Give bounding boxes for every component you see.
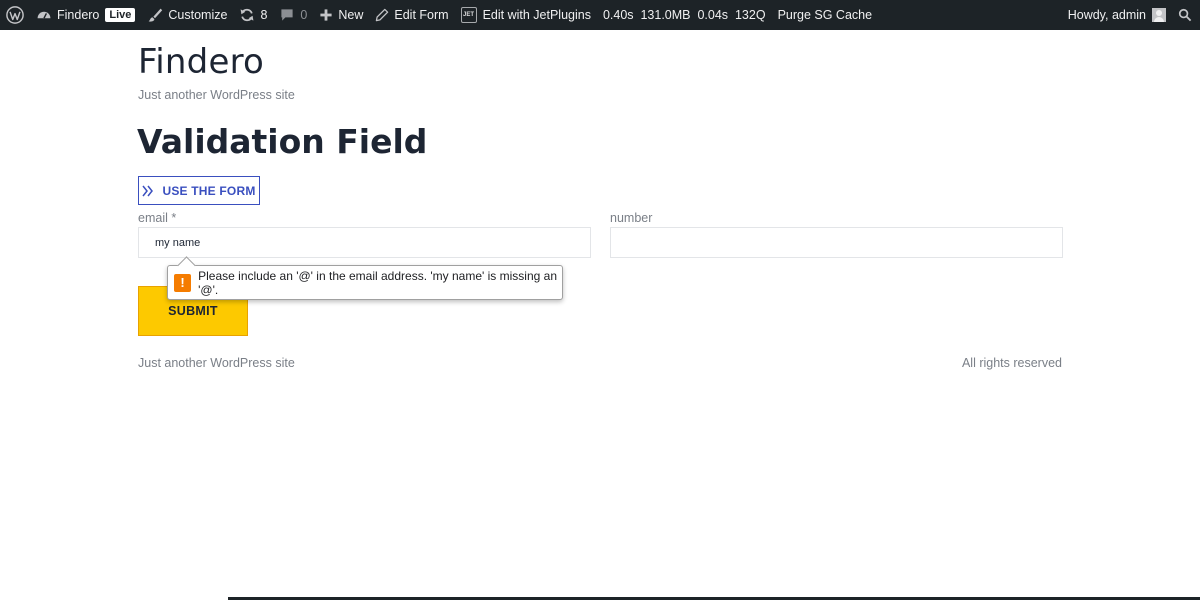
site-title[interactable]: Findero	[138, 42, 264, 82]
wordpress-menu[interactable]	[0, 0, 30, 30]
comments-count: 0	[300, 8, 308, 22]
email-label: email *	[138, 211, 177, 225]
footer-copyright: All rights reserved	[961, 356, 1062, 370]
refresh-icon	[241, 8, 254, 22]
page-title: Validation Field	[137, 122, 428, 161]
admin-search[interactable]	[1172, 0, 1200, 30]
jet-icon: JET	[460, 7, 477, 23]
use-the-form-label: USE THE FORM	[162, 183, 256, 198]
edit-jetplugins-link[interactable]: JET Edit with JetPlugins	[455, 0, 597, 30]
use-the-form-button[interactable]: USE THE FORM	[138, 176, 260, 205]
query-monitor-stats[interactable]: 0.40s 131.0MB 0.04s 132Q	[597, 0, 772, 30]
admin-bar: Findero Live Customize 8 0 New Edit Form…	[0, 0, 1200, 30]
warning-icon: !	[174, 273, 192, 292]
howdy-label: Howdy, admin	[1067, 8, 1146, 22]
validation-tooltip: ! Please include an '@' in the email add…	[167, 265, 563, 300]
plus-icon	[320, 9, 332, 21]
edit-form-link[interactable]: Edit Form	[369, 0, 454, 30]
search-icon	[1178, 8, 1192, 22]
site-name: Findero	[57, 8, 100, 22]
new-label: New	[338, 8, 364, 22]
site-name-menu[interactable]: Findero Live	[30, 0, 141, 30]
edit-jetplugins-label: Edit with JetPlugins	[482, 8, 591, 22]
brush-icon	[149, 8, 163, 22]
purge-cache-link[interactable]: Purge SG Cache	[772, 0, 879, 30]
customize-link[interactable]: Customize	[141, 0, 233, 30]
updates-count: 8	[260, 8, 268, 22]
double-chevron-right-icon	[142, 185, 154, 196]
customize-label: Customize	[168, 8, 228, 22]
number-label: number	[610, 211, 653, 225]
wordpress-icon	[6, 6, 24, 24]
pencil-icon	[376, 8, 389, 22]
comments-link[interactable]: 0	[273, 0, 313, 30]
new-content-link[interactable]: New	[313, 0, 369, 30]
number-field[interactable]	[610, 227, 1063, 258]
live-badge: Live	[105, 8, 136, 22]
edit-form-label: Edit Form	[394, 8, 449, 22]
email-field[interactable]	[138, 227, 591, 258]
dashboard-icon	[37, 11, 51, 19]
comment-icon	[281, 9, 294, 21]
account-menu[interactable]: Howdy, admin	[1062, 0, 1172, 30]
footer-tagline: Just another WordPress site	[138, 356, 295, 370]
site-tagline: Just another WordPress site	[138, 88, 295, 102]
performance-stats: 0.40s 131.0MB 0.04s 132Q	[602, 8, 766, 22]
validation-message: Please include an '@' in the email addre…	[198, 268, 557, 297]
avatar	[1152, 8, 1166, 22]
updates-link[interactable]: 8	[233, 0, 273, 30]
purge-cache-label: Purge SG Cache	[777, 8, 873, 22]
